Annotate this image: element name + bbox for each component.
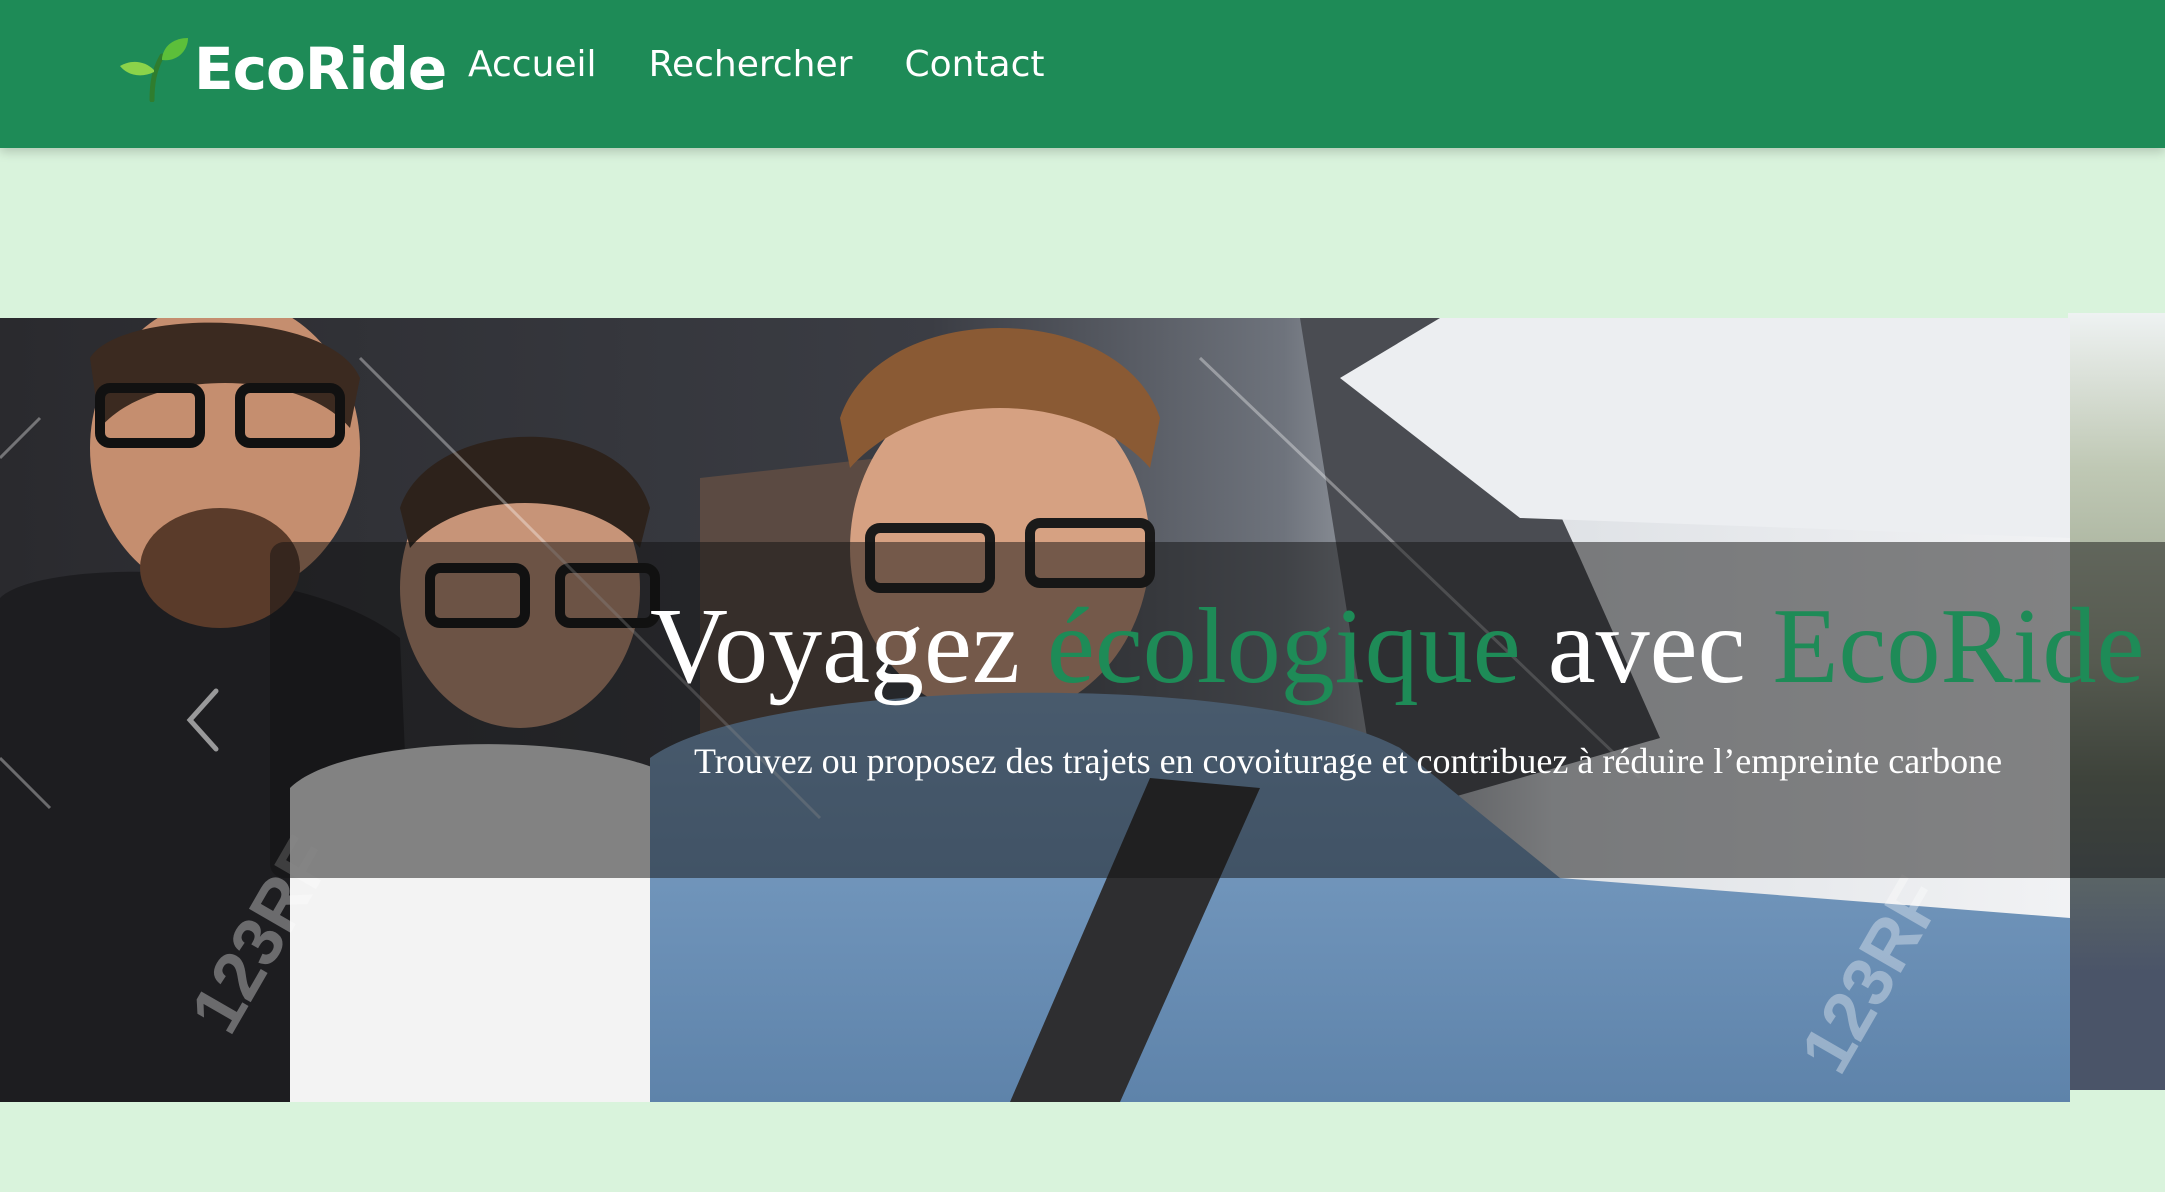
sprout-icon [120, 38, 188, 102]
nav-link-accueil[interactable]: Accueil [468, 40, 597, 90]
hero-subtitle: Trouvez ou proposez des trajets en covoi… [694, 741, 2003, 781]
hero-title-accent: écologique [1046, 587, 1521, 706]
hero-title: Voyagez écologique avec EcoRide [650, 582, 2144, 712]
hero-title-part: Voyagez [650, 587, 1047, 706]
brand-name: EcoRide [194, 35, 447, 103]
chevron-left-icon [186, 688, 219, 752]
hero-title-part: avec [1520, 587, 1773, 706]
navbar: EcoRide Accueil Rechercher Contact [0, 0, 2165, 148]
hero-title-brand: EcoRide [1772, 587, 2145, 706]
nav-links: Accueil Rechercher Contact [468, 40, 1045, 90]
nav-link-rechercher[interactable]: Rechercher [649, 40, 853, 90]
carousel-prev-button[interactable] [172, 680, 232, 760]
nav-link-contact[interactable]: Contact [904, 40, 1044, 90]
brand-logo-link[interactable]: EcoRide [118, 34, 447, 104]
